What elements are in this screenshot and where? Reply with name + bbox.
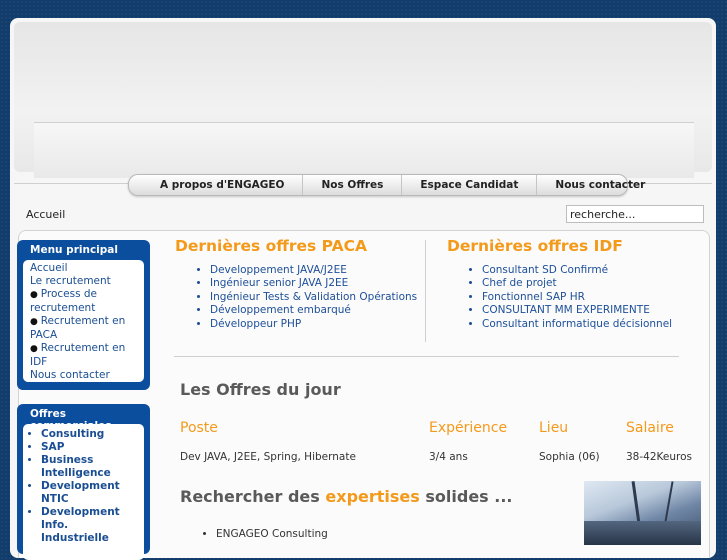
paca-offer-link[interactable]: Ingénieur Tests & Validation Opérations <box>210 291 417 304</box>
paca-offer-link[interactable]: Developpement JAVA/J2EE <box>210 264 417 277</box>
expertise-item[interactable]: ENGAGEO Consulting <box>216 528 328 540</box>
paca-offer-link[interactable]: Développement embarqué <box>210 304 417 317</box>
idf-offer-link[interactable]: Chef de projet <box>482 277 672 290</box>
bullet-icon: ● <box>30 344 41 354</box>
header-salaire: Salaire <box>626 420 674 436</box>
bullet-icon: ● <box>30 317 41 327</box>
paca-offer-link[interactable]: Ingénieur senior JAVA J2EE <box>210 277 417 290</box>
header-lieu: Lieu <box>539 420 569 436</box>
header-banner <box>14 22 712 178</box>
menu-item-contact[interactable]: Nous contacter <box>30 369 138 382</box>
offer-link-bi[interactable]: Business Intelligence <box>41 454 138 480</box>
paca-offers-list: Developpement JAVA/J2EE Ingénieur senior… <box>174 264 417 331</box>
section-divider <box>174 356 679 357</box>
cell-experience: 3/4 ans <box>429 451 468 463</box>
idf-offers-list: Consultant SD Confirmé Chef de projet Fo… <box>446 264 672 331</box>
idf-offer-link[interactable]: Consultant SD Confirmé <box>482 264 672 277</box>
expertise-list: ENGAGEO Consulting <box>180 528 328 540</box>
paca-title: Dernières offres PACA <box>175 237 367 255</box>
offer-link-industrielle[interactable]: Development Info. Industrielle <box>41 506 138 545</box>
idf-title: Dernières offres IDF <box>447 237 623 255</box>
nav-item-nos-offres[interactable]: Nos Offres <box>303 175 403 195</box>
sailboat-photo <box>584 481 701 545</box>
top-navigation: A propos d'ENGAGEO Nos Offres Espace Can… <box>128 174 645 196</box>
breadcrumb[interactable]: Accueil <box>26 208 65 221</box>
commercial-offers-list: Consulting SAP Business Intelligence Dev… <box>23 424 144 560</box>
offer-link-sap[interactable]: SAP <box>41 441 138 454</box>
idf-offer-link[interactable]: Consultant informatique décisionnel <box>482 318 672 331</box>
offer-link-consulting[interactable]: Consulting <box>41 428 138 441</box>
paca-offer-link[interactable]: Développeur PHP <box>210 318 417 331</box>
header-experience: Expérience <box>429 420 508 436</box>
menu-subitem-process[interactable]: ● Process de recrutement <box>30 288 138 315</box>
expertise-title: Rechercher des expertises solides ... <box>180 487 513 506</box>
menu-subitem-paca[interactable]: ● Recrutement en PACA <box>30 315 138 342</box>
commercial-offers-box: Offres commerciales Consulting SAP Busin… <box>17 404 150 560</box>
nav-item-nous-contacter[interactable]: Nous contacter <box>537 175 675 195</box>
header-poste: Poste <box>180 420 218 436</box>
nav-item-a-propos[interactable]: A propos d'ENGAGEO <box>129 175 304 195</box>
idf-offer-link[interactable]: CONSULTANT MM EXPERIMENTE <box>482 304 672 317</box>
cell-salaire: 38-42Keuros <box>626 451 692 463</box>
menu-subitem-idf[interactable]: ● Recrutement en IDF <box>30 342 138 369</box>
offer-link-ntic[interactable]: Development NTIC <box>41 480 138 506</box>
bullet-icon: ● <box>30 290 41 300</box>
cell-lieu: Sophia (06) <box>539 451 600 463</box>
menu-item-accueil[interactable]: Accueil <box>30 262 138 275</box>
offres-du-jour-title: Les Offres du jour <box>180 380 341 399</box>
search-input[interactable] <box>566 205 704 223</box>
header-banner-strip <box>34 122 694 178</box>
main-menu-box: Menu principal Accueil Le recrutement ● … <box>17 240 150 390</box>
idf-offer-link[interactable]: Fonctionnel SAP HR <box>482 291 672 304</box>
main-menu-list: Accueil Le recrutement ● Process de recr… <box>23 260 144 382</box>
commercial-offers-title: Offres commerciales <box>30 408 112 432</box>
menu-item-recrutement[interactable]: Le recrutement <box>30 275 138 288</box>
column-divider <box>425 240 426 342</box>
expertise-highlight: expertises <box>325 487 420 506</box>
nav-item-espace-candidat[interactable]: Espace Candidat <box>402 175 538 195</box>
main-menu-title: Menu principal <box>30 244 118 256</box>
cell-poste[interactable]: Dev JAVA, J2EE, Spring, Hibernate <box>180 451 356 463</box>
